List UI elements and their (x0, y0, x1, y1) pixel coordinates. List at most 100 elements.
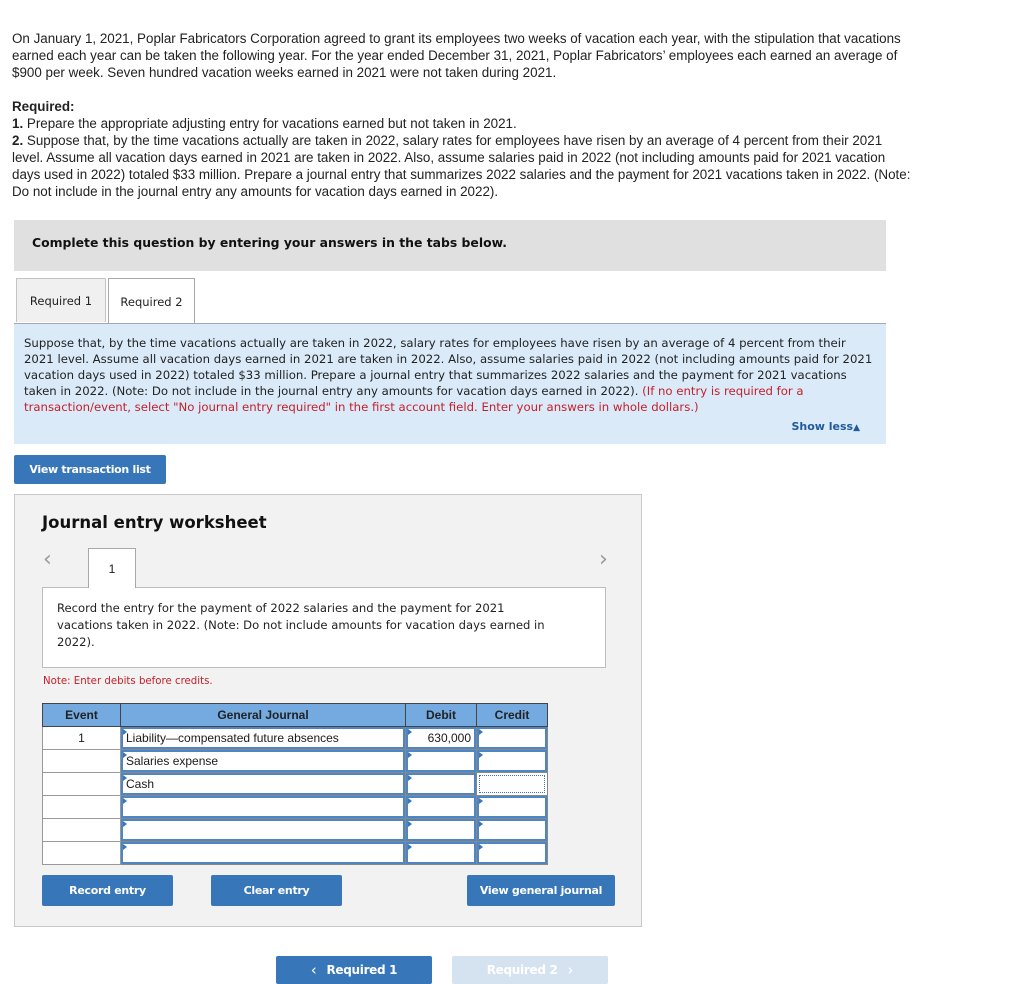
dropdown-marker-icon (123, 798, 127, 804)
event-cell (42, 772, 121, 796)
dropdown-marker-icon (479, 752, 483, 758)
debit-input[interactable] (408, 798, 474, 816)
show-less-label: Show less (791, 420, 854, 433)
requirement-1-number: 1. (12, 116, 24, 131)
dropdown-marker-icon (479, 844, 483, 850)
account-input[interactable] (123, 844, 403, 862)
debit-value: 630,000 (427, 731, 471, 745)
account-input[interactable]: Salaries expense (123, 752, 403, 770)
entry-tab-1[interactable]: 1 (88, 548, 136, 588)
account-cell: Cash (120, 772, 406, 796)
debit-input[interactable] (408, 775, 474, 793)
show-less-link[interactable]: Show less▲ (791, 420, 860, 433)
account-cell (120, 818, 406, 842)
event-cell (42, 795, 121, 819)
event-cell (42, 841, 121, 865)
credit-cell (476, 772, 548, 796)
problem-statement: On January 1, 2021, Poplar Fabricators C… (12, 30, 912, 200)
column-header-credit: Credit (476, 703, 548, 727)
dropdown-marker-icon (408, 844, 412, 850)
table-row (42, 841, 548, 865)
chevron-left-icon[interactable]: ‹ (43, 547, 52, 572)
requirement-1-text: Prepare the appropriate adjusting entry … (23, 116, 517, 131)
journal-table: Event General Journal Debit Credit 1 Lia… (42, 703, 548, 865)
credit-input[interactable] (479, 798, 545, 816)
debit-input[interactable] (408, 821, 474, 839)
dropdown-marker-icon (408, 752, 412, 758)
problem-paragraph: On January 1, 2021, Poplar Fabricators C… (12, 31, 901, 80)
account-value: Liability—compensated future absences (126, 731, 339, 745)
tab-required-2[interactable]: Required 2 (108, 278, 195, 324)
dropdown-marker-icon (123, 775, 127, 781)
credit-input[interactable] (479, 844, 545, 862)
table-row (42, 818, 548, 842)
view-transaction-list-button[interactable]: View transaction list (14, 455, 166, 484)
dropdown-marker-icon (479, 729, 483, 735)
credit-cell (476, 749, 548, 773)
credit-cell (476, 726, 548, 750)
requirement-1: 1. Prepare the appropriate adjusting ent… (12, 115, 912, 132)
tab-required-1[interactable]: Required 1 (16, 278, 106, 322)
requirement-2-number: 2. (12, 133, 24, 148)
entry-instruction-text: Record the entry for the payment of 2022… (57, 601, 545, 649)
dropdown-marker-icon (408, 821, 412, 827)
next-required-2-button: Required 2 › (452, 956, 608, 984)
chevron-right-icon[interactable]: › (599, 547, 608, 572)
dropdown-marker-icon (479, 798, 483, 804)
prev-required-1-button[interactable]: ‹ Required 1 (276, 956, 432, 984)
account-input[interactable]: Liability—compensated future absences (123, 729, 403, 747)
account-value: Salaries expense (126, 754, 219, 768)
account-input[interactable] (123, 798, 403, 816)
record-entry-button[interactable]: Record entry (42, 875, 173, 906)
account-cell (120, 841, 406, 865)
requirement-2-text: Suppose that, by the time vacations actu… (12, 133, 911, 199)
column-header-general-journal: General Journal (120, 703, 406, 727)
debit-cell: 630,000 (405, 726, 477, 750)
credit-input[interactable] (479, 752, 545, 770)
account-cell: Salaries expense (120, 749, 406, 773)
event-cell (42, 749, 121, 773)
chevron-left-icon: ‹ (310, 961, 317, 979)
debits-note: Note: Enter debits before credits. (43, 676, 213, 687)
table-row: 1 Liability—compensated future absences … (42, 726, 548, 750)
credit-input[interactable] (479, 729, 545, 747)
debit-input[interactable] (408, 844, 474, 862)
instruction-banner: Complete this question by entering your … (14, 220, 886, 271)
column-header-debit: Debit (405, 703, 477, 727)
table-row (42, 795, 548, 819)
credit-cell (476, 841, 548, 865)
prev-button-label: Required 1 (326, 963, 398, 977)
triangle-up-icon: ▲ (853, 423, 860, 433)
dropdown-marker-icon (123, 729, 127, 735)
column-header-event: Event (42, 703, 121, 727)
table-row: Salaries expense (42, 749, 548, 773)
requirement-2: 2. Suppose that, by the time vacations a… (12, 132, 912, 200)
dropdown-marker-icon (123, 844, 127, 850)
debit-input[interactable]: 630,000 (408, 729, 474, 747)
account-input[interactable] (123, 821, 403, 839)
debit-cell (405, 818, 477, 842)
debit-cell (405, 749, 477, 773)
dropdown-marker-icon (408, 798, 412, 804)
credit-input-focused[interactable] (479, 775, 545, 793)
question-panel: Suppose that, by the time vacations actu… (14, 323, 886, 444)
journal-entry-worksheet: Journal entry worksheet ‹ › 1 Record the… (14, 494, 642, 927)
view-general-journal-button[interactable]: View general journal (467, 875, 615, 906)
debit-input[interactable] (408, 752, 474, 770)
worksheet-title: Journal entry worksheet (42, 513, 267, 532)
clear-entry-button[interactable]: Clear entry (211, 875, 342, 906)
dropdown-marker-icon (408, 729, 412, 735)
table-row: Cash (42, 772, 548, 796)
credit-input[interactable] (479, 821, 545, 839)
event-cell (42, 818, 121, 842)
banner-text: Complete this question by entering your … (32, 235, 507, 250)
chevron-right-icon: › (567, 961, 574, 979)
dropdown-marker-icon (123, 821, 127, 827)
question-text: Suppose that, by the time vacations actu… (24, 335, 879, 415)
dropdown-marker-icon (408, 775, 412, 781)
account-input[interactable]: Cash (123, 775, 403, 793)
debit-cell (405, 772, 477, 796)
credit-cell (476, 818, 548, 842)
entry-instruction-box: Record the entry for the payment of 2022… (42, 587, 606, 668)
account-value: Cash (126, 777, 155, 791)
